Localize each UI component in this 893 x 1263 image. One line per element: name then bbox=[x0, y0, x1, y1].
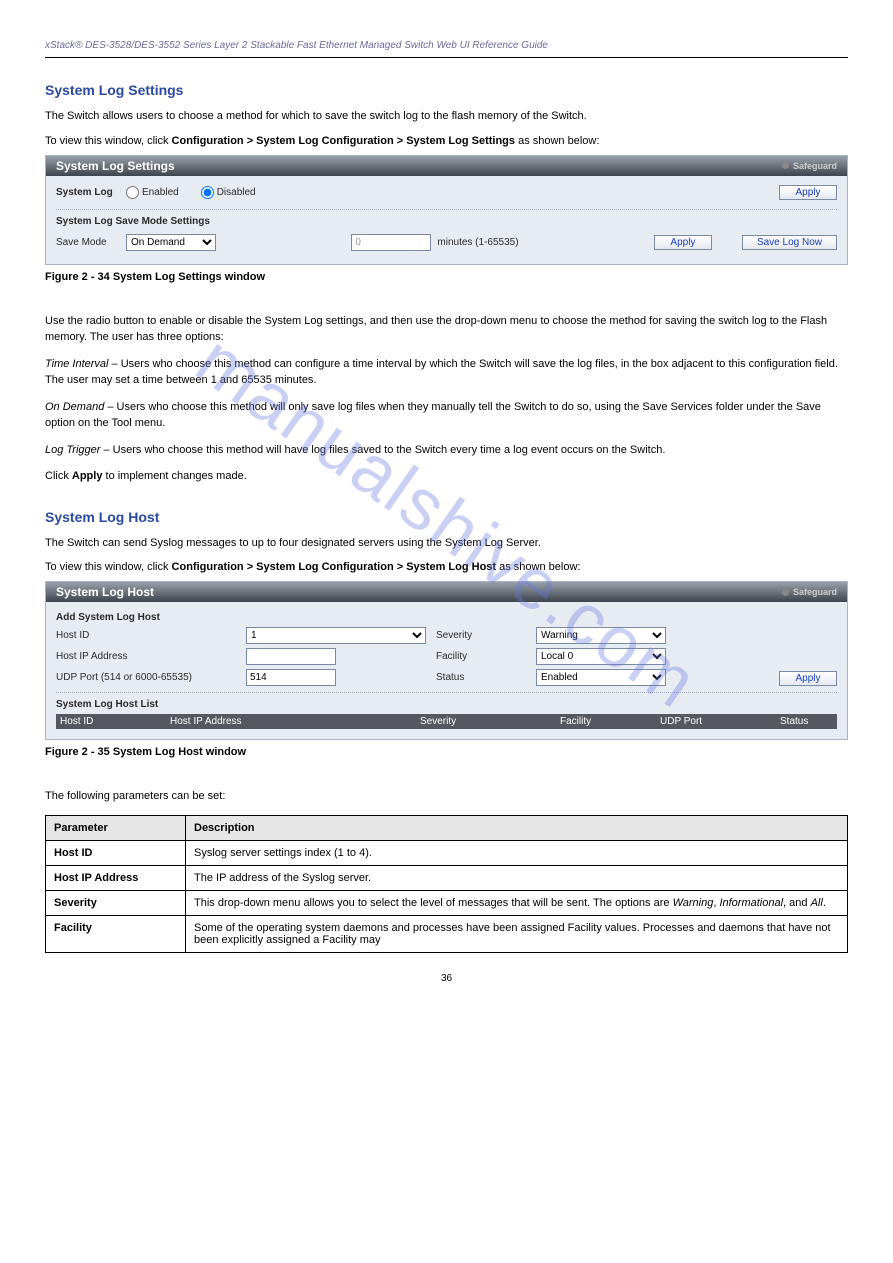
panel-titlebar-host: System Log Host Safeguard bbox=[46, 582, 847, 602]
page-header: xStack® DES-3528/DES-3552 Series Layer 2… bbox=[45, 40, 848, 58]
desc-hostid: Syslog server settings index (1 to 4). bbox=[186, 840, 848, 865]
hostlist-subhead: System Log Host List bbox=[56, 699, 837, 710]
syslog-host-panel: System Log Host Safeguard Add System Log… bbox=[45, 581, 848, 740]
desc-facility: Some of the operating system daemons and… bbox=[186, 915, 848, 952]
settings-para2: Time Interval – Users who choose this me… bbox=[45, 356, 848, 389]
settings-para5: Click Apply to implement changes made. bbox=[45, 468, 848, 485]
settings-para4: Log Trigger – Users who choose this meth… bbox=[45, 442, 848, 459]
status-select[interactable]: Enabled bbox=[536, 669, 666, 686]
syslog-label: System Log bbox=[56, 187, 116, 198]
col-hostid: Host ID bbox=[60, 716, 170, 727]
minutes-label: minutes (1-65535) bbox=[437, 237, 518, 248]
figure-caption-1: Figure 2 - 34 System Log Settings window bbox=[45, 271, 848, 283]
panel-title: System Log Settings bbox=[56, 159, 175, 173]
param-facility: Facility bbox=[46, 915, 186, 952]
facility-label: Facility bbox=[436, 651, 526, 662]
save-log-now-button[interactable]: Save Log Now bbox=[742, 235, 837, 250]
figure-caption-2: Figure 2 - 35 System Log Host window bbox=[45, 746, 848, 758]
col-hostip: Host IP Address bbox=[170, 716, 420, 727]
desc-hostip: The IP address of the Syslog server. bbox=[186, 865, 848, 890]
param-hostid: Host ID bbox=[46, 840, 186, 865]
savemode-select[interactable]: On Demand bbox=[126, 234, 216, 251]
panel-titlebar: System Log Settings Safeguard bbox=[46, 156, 847, 176]
radio-disabled[interactable]: Disabled bbox=[201, 186, 256, 199]
page-number: 36 bbox=[45, 973, 848, 984]
param-hostip: Host IP Address bbox=[46, 865, 186, 890]
settings-para3: On Demand – Users who choose this method… bbox=[45, 399, 848, 432]
radio-enabled[interactable]: Enabled bbox=[126, 186, 179, 199]
hostip-label: Host IP Address bbox=[56, 651, 236, 662]
severity-label: Severity bbox=[436, 630, 526, 641]
table-row: Host ID Syslog server settings index (1 … bbox=[46, 840, 848, 865]
section-title-host: System Log Host bbox=[45, 509, 848, 525]
table-intro: The following parameters can be set: bbox=[45, 788, 848, 805]
table-row: Severity This drop-down menu allows you … bbox=[46, 890, 848, 915]
nav-path-settings: To view this window, click Configuration… bbox=[45, 135, 848, 147]
minutes-input[interactable] bbox=[351, 234, 431, 251]
desc-severity: This drop-down menu allows you to select… bbox=[186, 890, 848, 915]
radio-disabled-input[interactable] bbox=[201, 186, 214, 199]
col-facility: Facility bbox=[560, 716, 660, 727]
col-udp: UDP Port bbox=[660, 716, 780, 727]
apply-button-2[interactable]: Apply bbox=[654, 235, 712, 250]
radio-enabled-input[interactable] bbox=[126, 186, 139, 199]
facility-select[interactable]: Local 0 bbox=[536, 648, 666, 665]
apply-button-host[interactable]: Apply bbox=[779, 671, 837, 686]
safeguard-badge: Safeguard bbox=[782, 161, 837, 171]
settings-para1: Use the radio button to enable or disabl… bbox=[45, 313, 848, 346]
param-severity: Severity bbox=[46, 890, 186, 915]
col-status: Status bbox=[780, 716, 833, 727]
nav-path-host: To view this window, click Configuration… bbox=[45, 561, 848, 573]
table-row: Host IP Address The IP address of the Sy… bbox=[46, 865, 848, 890]
host-intro: The Switch can send Syslog messages to u… bbox=[45, 535, 848, 552]
syslog-settings-panel: System Log Settings Safeguard System Log… bbox=[45, 155, 848, 265]
header-left: xStack® DES-3528/DES-3552 Series Layer 2… bbox=[45, 40, 548, 51]
table-row: Facility Some of the operating system da… bbox=[46, 915, 848, 952]
parameter-table: Parameter Description Host ID Syslog ser… bbox=[45, 815, 848, 953]
savemode-subhead: System Log Save Mode Settings bbox=[56, 216, 837, 227]
col-severity: Severity bbox=[420, 716, 560, 727]
hostid-label: Host ID bbox=[56, 630, 236, 641]
panel-title-host: System Log Host bbox=[56, 585, 154, 599]
section-title-settings: System Log Settings bbox=[45, 82, 848, 98]
hostlist-header-row: Host ID Host IP Address Severity Facilit… bbox=[56, 714, 837, 729]
udp-input[interactable] bbox=[246, 669, 336, 686]
th-parameter: Parameter bbox=[46, 815, 186, 840]
safeguard-badge-host: Safeguard bbox=[782, 587, 837, 597]
intro-text-1: The Switch allows users to choose a meth… bbox=[45, 108, 848, 125]
hostid-select[interactable]: 1 bbox=[246, 627, 426, 644]
apply-button-1[interactable]: Apply bbox=[779, 185, 837, 200]
th-description: Description bbox=[186, 815, 848, 840]
udp-label: UDP Port (514 or 6000-65535) bbox=[56, 672, 236, 683]
hostip-input[interactable] bbox=[246, 648, 336, 665]
savemode-label: Save Mode bbox=[56, 237, 116, 248]
add-host-subhead: Add System Log Host bbox=[56, 612, 837, 623]
severity-select[interactable]: Warning bbox=[536, 627, 666, 644]
status-label: Status bbox=[436, 672, 526, 683]
